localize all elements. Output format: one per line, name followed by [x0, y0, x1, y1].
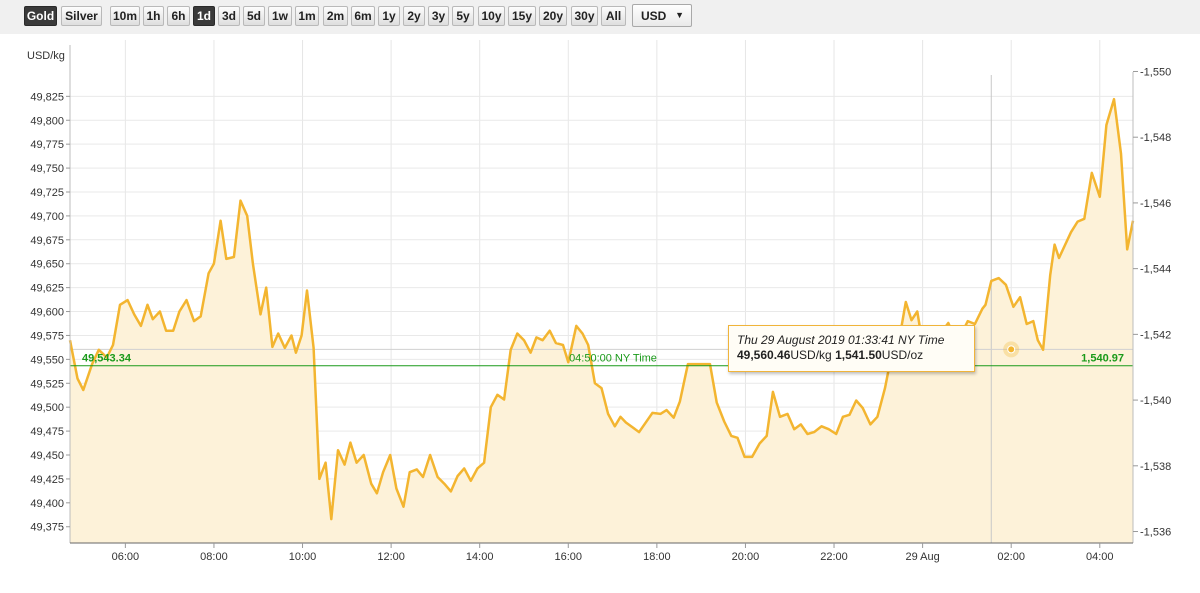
y-left-tick-label: 49,675 [30, 235, 64, 247]
x-tick-label: 06:00 [112, 551, 140, 563]
y-left-tick-label: 49,650 [30, 259, 64, 271]
reference-center-label: 04:50:00 NY Time [569, 353, 657, 365]
highlight-point [1007, 345, 1016, 354]
y-left-tick-label: 49,825 [30, 91, 64, 103]
y-right-tick-label: -1,536 [1140, 527, 1171, 539]
y-right-tick-label: -1,540 [1140, 395, 1171, 407]
reference-right-label: 1,540.97 [1081, 353, 1124, 365]
tooltip-values: 49,560.46USD/kg 1,541.50USD/oz [737, 348, 966, 363]
x-tick-label: 12:00 [377, 551, 405, 563]
y-left-tick-label: 49,775 [30, 139, 64, 151]
y-left-tick-label: 49,500 [30, 402, 64, 414]
y-left-tick-label: 49,550 [30, 354, 64, 366]
y-left-tick-label: 49,575 [30, 330, 64, 342]
x-tick-label: 02:00 [997, 551, 1025, 563]
y-left-tick-label: 49,625 [30, 283, 64, 295]
x-tick-label: 04:00 [1086, 551, 1114, 563]
x-tick-label: 29 Aug [905, 551, 939, 563]
y-left-tick-label: 49,425 [30, 474, 64, 486]
x-tick-label: 22:00 [820, 551, 848, 563]
y-left-tick-label: 49,700 [30, 211, 64, 223]
tooltip-time: Thu 29 August 2019 01:33:41 NY Time [737, 333, 945, 347]
y-left-tick-label: 49,375 [30, 522, 64, 534]
y-right-tick-label: -1,542 [1140, 329, 1171, 341]
x-tick-label: 20:00 [732, 551, 760, 563]
y-left-tick-label: 49,800 [30, 115, 64, 127]
x-tick-label: 16:00 [555, 551, 583, 563]
x-tick-label: 18:00 [643, 551, 671, 563]
series-area [70, 99, 1133, 543]
tooltip-kg-unit: USD/kg [790, 348, 832, 362]
tooltip-oz-unit: USD/oz [881, 348, 924, 362]
y-left-tick-label: 49,450 [30, 450, 64, 462]
y-left-tick-label: 49,600 [30, 307, 64, 319]
y-right-tick-label: -1,538 [1140, 461, 1171, 473]
y-left-tick-label: 49,400 [30, 498, 64, 510]
y-right-tick-label: -1,546 [1140, 198, 1171, 210]
tooltip-oz-value: 1,541.50 [835, 348, 882, 362]
y-right-tick-label: -1,550 [1140, 66, 1171, 78]
x-tick-label: 14:00 [466, 551, 494, 563]
y-right-tick-label: -1,544 [1140, 264, 1171, 276]
chart-tooltip: Thu 29 August 2019 01:33:41 NY Time 49,5… [728, 325, 975, 372]
tooltip-kg-value: 49,560.46 [737, 348, 791, 362]
y-right-tick-label: -1,548 [1140, 132, 1171, 144]
price-chart[interactable]: 49,543.34 04:50:00 NY Time 1,540.97 49,375 4… [0, 0, 1200, 593]
y-left-tick-label: 49,475 [30, 426, 64, 438]
y-left-tick-label: 49,525 [30, 378, 64, 390]
x-tick-label: 08:00 [200, 551, 228, 563]
y-left-tick-label: 49,725 [30, 187, 64, 199]
x-tick-label: 10:00 [289, 551, 317, 563]
y-left-tick-label: 49,750 [30, 163, 64, 175]
reference-left-label: 49,543.34 [82, 353, 132, 365]
